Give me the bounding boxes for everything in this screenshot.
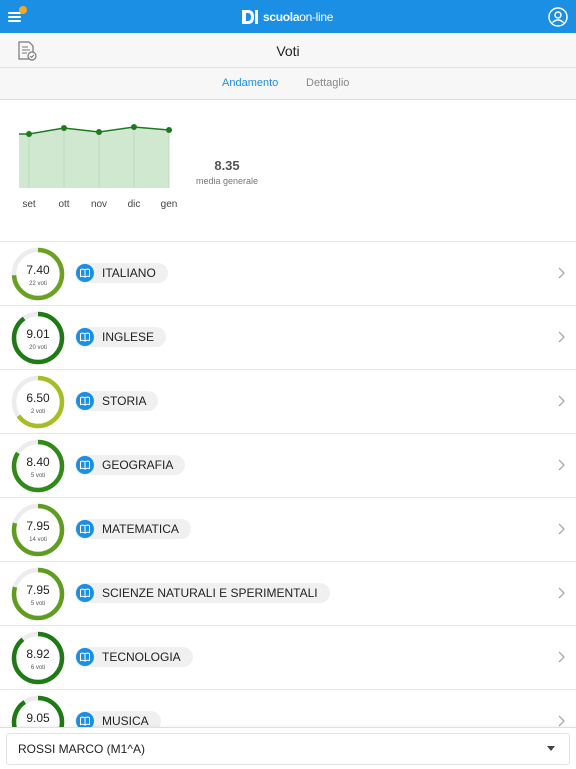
subject-row[interactable]: 6.50 2 voti STORIA (0, 370, 576, 434)
tab-bar: Andamento Dettaglio (0, 68, 576, 100)
book-icon (76, 584, 94, 602)
subject-name: INGLESE (102, 330, 155, 344)
menu-icon[interactable] (8, 6, 28, 24)
subject-row[interactable]: 9.01 20 voti INGLESE (0, 306, 576, 370)
grade-count: 5 voti (30, 473, 46, 479)
chevron-right-icon (558, 523, 565, 535)
subject-name: MATEMATICA (102, 522, 179, 536)
book-icon (76, 520, 94, 538)
book-icon (76, 328, 94, 346)
grade-count: 22 voti (29, 281, 47, 287)
subject-name: STORIA (102, 394, 147, 408)
subject-grade: 9.05 (26, 711, 50, 725)
month-tick-label: set (22, 199, 36, 210)
subject-name: GEOGRAFIA (102, 458, 174, 472)
book-icon (76, 264, 94, 282)
user-profile-icon[interactable] (548, 7, 568, 27)
chevron-right-icon (558, 395, 565, 407)
trend-chart: set ott nov dic gen (19, 124, 178, 210)
average-value: 8.35 (214, 158, 240, 173)
subject-pill: STORIA (75, 391, 159, 411)
notification-dot (19, 6, 27, 14)
grade-count: 20 voti (29, 345, 47, 351)
chevron-right-icon (558, 587, 565, 599)
book-icon (76, 648, 94, 666)
subject-grade: 7.40 (26, 263, 50, 277)
subject-list: 7.40 22 voti ITALIANO 9.01 20 voti INGLESE 6.5… (0, 242, 576, 727)
logo-icon (242, 10, 258, 24)
subject-row[interactable]: 7.95 5 voti SCIENZE NATURALI E SPERIMENTAL… (0, 562, 576, 626)
subject-pill: MATEMATICA (75, 519, 191, 539)
chevron-right-icon (558, 267, 565, 279)
subject-row[interactable]: 7.40 22 voti ITALIANO (0, 242, 576, 306)
student-select[interactable]: ROSSI MARCO (M1^A) (6, 733, 570, 765)
grade-count: 14 voti (29, 537, 47, 543)
month-tick-label: dic (128, 199, 141, 210)
book-icon (76, 712, 94, 727)
brand-bold: scuola (263, 10, 300, 24)
tab-dettaglio[interactable]: Dettaglio (306, 77, 349, 89)
trend-panel: set ott nov dic gen 8.35 media generale (0, 100, 576, 242)
trend-point (166, 127, 172, 133)
book-icon (76, 456, 94, 474)
tab-andamento[interactable]: Andamento (222, 77, 278, 89)
subject-pill: GEOGRAFIA (75, 455, 186, 475)
student-name: ROSSI MARCO (M1^A) (18, 742, 145, 756)
subject-grade: 7.95 (26, 519, 50, 533)
subject-grade: 7.95 (26, 583, 50, 597)
footer-bar: ROSSI MARCO (M1^A) (0, 727, 576, 769)
subject-grade: 6.50 (26, 391, 50, 405)
subject-row[interactable]: 8.40 5 voti GEOGRAFIA (0, 434, 576, 498)
subject-name: SCIENZE NATURALI E SPERIMENTALI (102, 586, 318, 600)
subject-grade: 9.01 (26, 327, 50, 341)
trend-point (96, 129, 102, 135)
brand-light: on-line (299, 10, 334, 24)
trend-point (131, 124, 137, 130)
brand-logo: scuolaon-line (240, 7, 333, 27)
subject-pill: TECNOLOGIA (75, 647, 193, 667)
grade-count: 6 voti (30, 665, 46, 671)
month-tick-label: gen (161, 199, 178, 210)
chevron-right-icon (558, 459, 565, 471)
trend-point (26, 131, 32, 137)
subject-grade: 8.92 (26, 647, 50, 661)
subject-pill: MUSICA (75, 711, 161, 727)
month-tick-label: nov (91, 199, 107, 210)
average-label: media generale (195, 176, 259, 186)
grade-count: 2 voti (30, 409, 46, 415)
subject-row[interactable]: 7.95 14 voti MATEMATICA (0, 498, 576, 562)
subject-row[interactable]: 8.92 6 voti TECNOLOGIA (0, 626, 576, 690)
page-title: Voti (276, 43, 300, 59)
grade-count: 5 voti (30, 601, 46, 607)
subject-pill: SCIENZE NATURALI E SPERIMENTALI (75, 583, 330, 603)
title-bar: Voti (0, 33, 576, 68)
subject-grade: 8.40 (26, 455, 50, 469)
dropdown-arrow-icon (547, 746, 555, 751)
top-bar: scuolaon-line (0, 0, 576, 33)
trend-area (19, 127, 169, 188)
trend-point (61, 125, 67, 131)
subject-name: ITALIANO (102, 266, 156, 280)
chevron-right-icon (558, 715, 565, 727)
chevron-right-icon (558, 331, 565, 343)
subject-row[interactable]: 9.05 MUSICA (0, 690, 576, 727)
subject-name: TECNOLOGIA (102, 650, 181, 664)
book-icon (76, 392, 94, 410)
month-tick-label: ott (58, 199, 69, 210)
subject-pill: ITALIANO (75, 263, 168, 283)
subject-name: MUSICA (102, 714, 149, 727)
subject-pill: INGLESE (75, 327, 167, 347)
chevron-right-icon (558, 651, 565, 663)
